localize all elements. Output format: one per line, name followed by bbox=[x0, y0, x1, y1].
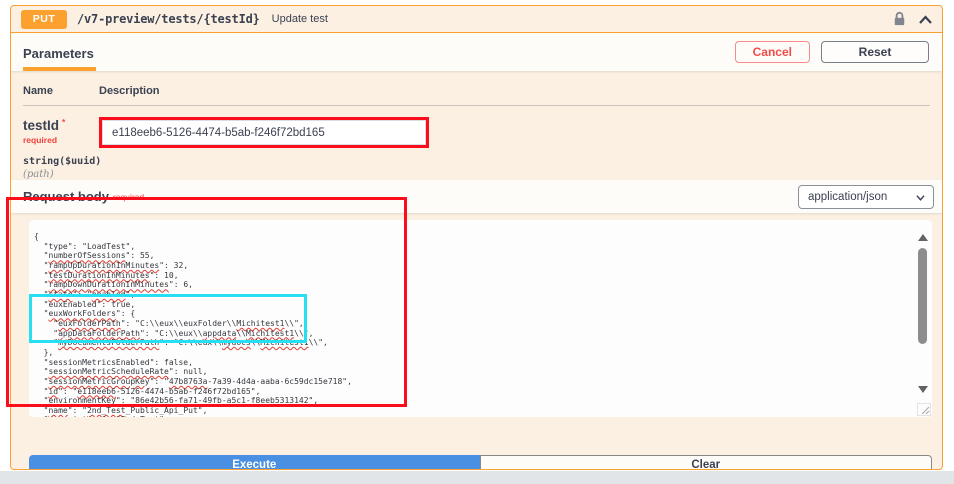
param-location: (path) bbox=[23, 169, 99, 180]
endpoint-summary: Update test bbox=[272, 13, 328, 25]
red-annotation-box-input bbox=[99, 117, 429, 148]
param-name: testId bbox=[23, 118, 59, 133]
http-method-badge: PUT bbox=[21, 10, 67, 29]
bottom-strip bbox=[0, 471, 954, 484]
param-meta: testId* required string($uuid) (path) bbox=[23, 117, 99, 180]
swagger-page: PUT /v7-preview/tests/{testId} Update te… bbox=[0, 0, 954, 484]
table-column-headers: Name Description bbox=[23, 85, 930, 106]
put-opblock: PUT /v7-preview/tests/{testId} Update te… bbox=[10, 5, 943, 470]
request-body-section-header: Request body required application/json bbox=[11, 180, 942, 213]
column-header-description: Description bbox=[99, 85, 160, 97]
column-header-name: Name bbox=[23, 85, 99, 97]
execute-button[interactable]: Execute bbox=[29, 455, 480, 470]
content-type-select-wrap: application/json bbox=[798, 185, 934, 209]
execute-row: Execute Clear bbox=[29, 455, 932, 470]
clear-button[interactable]: Clear bbox=[480, 455, 933, 470]
tab-parameters[interactable]: Parameters bbox=[23, 35, 96, 71]
endpoint-path: /v7-preview/tests/{testId} bbox=[77, 12, 260, 26]
table-row: testId* required string($uuid) (path) bbox=[23, 106, 930, 180]
scrollbar-thumb[interactable] bbox=[918, 248, 927, 344]
request-body-label: Request body bbox=[23, 189, 109, 204]
cancel-button[interactable]: Cancel bbox=[735, 41, 810, 63]
testid-input[interactable] bbox=[102, 120, 426, 145]
param-type: string($uuid) bbox=[23, 156, 99, 167]
scroll-down-icon[interactable] bbox=[918, 386, 928, 393]
resize-handle-icon[interactable] bbox=[917, 403, 931, 416]
scroll-up-icon[interactable] bbox=[918, 234, 928, 241]
parameters-table: Name Description testId* required string… bbox=[11, 71, 942, 180]
editor-scrollbar[interactable] bbox=[916, 234, 929, 393]
request-body-required-badge: required bbox=[113, 192, 144, 202]
lock-icon[interactable] bbox=[892, 11, 907, 27]
request-body-json[interactable]: { "type": "LoadTest", "numberOfSessions"… bbox=[29, 220, 932, 417]
reset-button[interactable]: Reset bbox=[821, 41, 929, 63]
opblock-summary[interactable]: PUT /v7-preview/tests/{testId} Update te… bbox=[11, 6, 942, 33]
chevron-up-icon[interactable] bbox=[918, 14, 933, 25]
request-body-editor[interactable]: { "type": "LoadTest", "numberOfSessions"… bbox=[29, 220, 932, 417]
parameters-section-header: Parameters Cancel Reset bbox=[11, 33, 942, 71]
content-type-select[interactable]: application/json bbox=[798, 185, 934, 209]
